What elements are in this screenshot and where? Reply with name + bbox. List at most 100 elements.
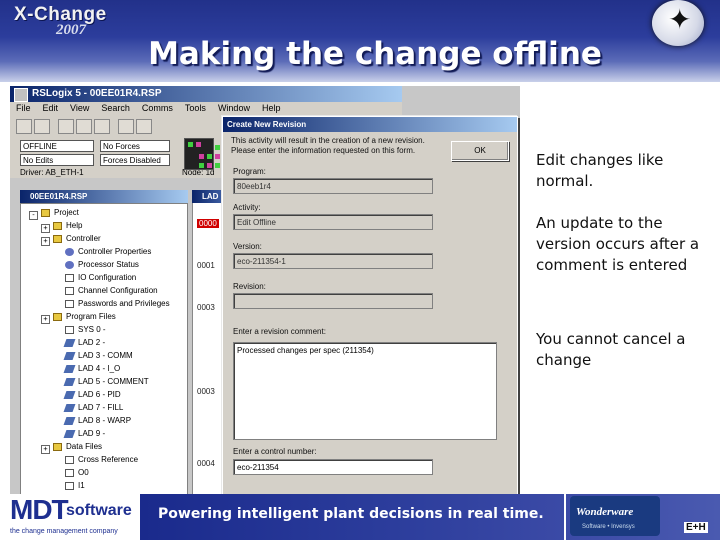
tree-item[interactable]: + Program Files: [41, 312, 116, 325]
tree-item-label: Channel Configuration: [78, 286, 158, 295]
folder-icon: [53, 234, 62, 243]
tree-item[interactable]: LAD 3 - COMM: [63, 351, 133, 364]
folder-icon: [53, 221, 62, 230]
tree-item[interactable]: Processor Status: [65, 260, 139, 273]
undo-icon[interactable]: [118, 119, 134, 134]
slide-footer: MDT software the change management compa…: [0, 494, 720, 540]
tree-item[interactable]: LAD 9 -: [63, 429, 105, 442]
activity-field[interactable]: Edit Offline: [233, 214, 433, 230]
rung-number[interactable]: 0003: [197, 387, 215, 396]
tree-item-label: Program Files: [66, 312, 116, 321]
tree-item-label: LAD 6 - PID: [78, 390, 121, 399]
project-window-title: 00EE01R4.RSP: [20, 190, 188, 203]
save-icon[interactable]: [16, 119, 32, 134]
tree-item[interactable]: Controller Properties: [65, 247, 151, 260]
revision-field[interactable]: [233, 293, 433, 309]
menu-item[interactable]: Search: [95, 102, 136, 113]
tree-item[interactable]: LAD 8 - WARP: [63, 416, 132, 429]
expand-icon[interactable]: +: [41, 237, 50, 246]
bullet-item: Edit changes like normal.: [536, 151, 664, 190]
rung-number[interactable]: 0000: [197, 219, 219, 228]
tree-item-label: LAD 3 - COMM: [78, 351, 133, 360]
tree-item[interactable]: + Controller: [41, 234, 101, 247]
tree-item[interactable]: Cross Reference: [65, 455, 138, 468]
file-icon: [65, 299, 74, 308]
menu-item[interactable]: Help: [256, 102, 287, 113]
folder-icon: [53, 442, 62, 451]
tree-item[interactable]: LAD 7 - FILL: [63, 403, 123, 416]
menu-item[interactable]: File: [10, 102, 37, 113]
menu-item[interactable]: View: [64, 102, 95, 113]
tree-item[interactable]: LAD 5 - COMMENT: [63, 377, 149, 390]
tree-item[interactable]: Channel Configuration: [65, 286, 158, 299]
ladder-icon: [63, 416, 76, 425]
rung-number[interactable]: 0004: [197, 459, 215, 468]
tree-item[interactable]: Passwords and Privileges: [65, 299, 170, 312]
tree-item-label: Controller Properties: [78, 247, 152, 256]
tree-item-label: LAD 8 - WARP: [78, 416, 132, 425]
file-icon: [65, 455, 74, 464]
tree-item-label: Processor Status: [78, 260, 139, 269]
tree-item-label: Project: [54, 208, 79, 217]
tree-item[interactable]: LAD 2 -: [63, 338, 105, 351]
expand-icon[interactable]: -: [29, 211, 38, 220]
tree-item[interactable]: - Project: [29, 208, 79, 221]
expand-icon[interactable]: +: [41, 445, 50, 454]
bullet-item: You cannot cancel a change: [536, 330, 686, 369]
tree-item[interactable]: O0: [65, 468, 89, 481]
version-field[interactable]: eco-211354-1: [233, 253, 433, 269]
rung-number[interactable]: 0003: [197, 303, 215, 312]
tree-item-label: Data Files: [66, 442, 103, 451]
tree-item-label: Cross Reference: [78, 455, 139, 464]
tree-item[interactable]: + Data Files: [41, 442, 103, 455]
tree-item[interactable]: LAD 4 - I_O: [63, 364, 120, 377]
tree-item[interactable]: IO Configuration: [65, 273, 136, 286]
tree-item[interactable]: + Help: [41, 221, 82, 234]
tree-item-label: LAD 5 - COMMENT: [78, 377, 149, 386]
edits-field[interactable]: No Edits: [20, 154, 94, 166]
mdt-logo-sub: software: [66, 502, 132, 519]
comment-textarea[interactable]: Processed changes per spec (211354): [233, 342, 497, 440]
control-number-field[interactable]: eco-211354: [233, 459, 433, 475]
expand-icon[interactable]: +: [41, 224, 50, 233]
tree-item[interactable]: SYS 0 -: [65, 325, 106, 338]
ladder-palette-icon[interactable]: [184, 138, 220, 170]
ladder-window-title: LAD: [192, 190, 222, 203]
tree-item[interactable]: I1: [65, 481, 85, 494]
toolbar: [10, 116, 222, 137]
forces-state-field[interactable]: Forces Disabled: [100, 154, 170, 166]
file-icon: [65, 273, 74, 282]
menu-item[interactable]: Window: [212, 102, 256, 113]
tree-item-label: Controller: [66, 234, 101, 243]
slide-title: Making the change offline: [148, 36, 602, 72]
file-icon: [65, 481, 74, 490]
expand-icon[interactable]: +: [41, 315, 50, 324]
menu-item[interactable]: Comms: [136, 102, 179, 113]
file-icon: [65, 325, 74, 334]
dialog-intro: This activity will result in the creatio…: [231, 136, 425, 155]
figure-icon: ✦: [668, 3, 692, 36]
tree-item[interactable]: LAD 6 - PID: [63, 390, 121, 403]
forces-field[interactable]: No Forces: [100, 140, 170, 152]
menu-item[interactable]: Tools: [179, 102, 212, 113]
mode-field[interactable]: OFFLINE: [20, 140, 94, 152]
cut-icon[interactable]: [58, 119, 74, 134]
footer-band: Powering intelligent plant decisions in …: [140, 494, 564, 540]
folder-icon: [53, 312, 62, 321]
project-tree: - Project + Help + Controller Controller Prope…: [20, 203, 188, 496]
mdt-logo: MDT software the change management compa…: [10, 494, 138, 540]
ladder-icon: [63, 364, 76, 373]
redo-icon[interactable]: [136, 119, 152, 134]
gear-icon: [65, 260, 74, 269]
paste-icon[interactable]: [94, 119, 110, 134]
bullet-item: An update to the version occurs after a …: [536, 214, 700, 274]
rung-number[interactable]: 0001: [197, 261, 215, 270]
folder-icon: [41, 208, 50, 217]
ok-button[interactable]: OK: [451, 141, 509, 161]
copy-icon[interactable]: [76, 119, 92, 134]
menu-item[interactable]: Edit: [37, 102, 65, 113]
print-icon[interactable]: [34, 119, 50, 134]
wonderware-sub: Software • Invensys: [582, 524, 635, 530]
program-field[interactable]: 80eeb1r4: [233, 178, 433, 194]
mdt-tagline: the change management company: [10, 528, 118, 535]
